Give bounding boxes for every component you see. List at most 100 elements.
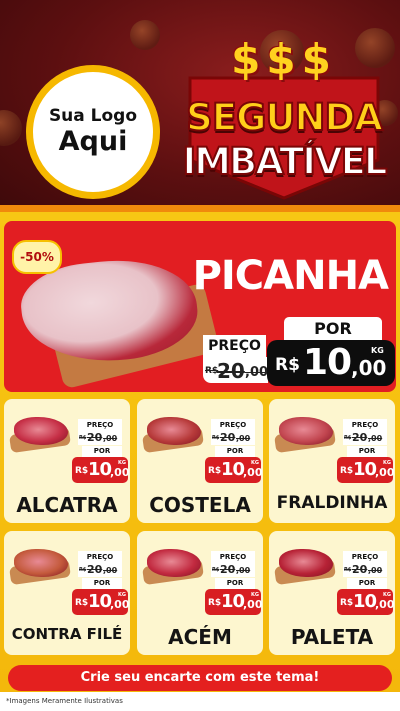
- new-price: R$ 10,00 KG: [205, 457, 263, 483]
- new-price-unit: KG: [251, 592, 259, 598]
- new-price-label: POR: [82, 578, 122, 589]
- product-name: COSTELA: [149, 493, 251, 517]
- product-image: [279, 417, 333, 445]
- disclaimer: *Imagens Meramente Ilustrativas: [6, 697, 123, 705]
- old-price: R$ 20 ,00: [203, 357, 268, 383]
- featured-product-name: PICANHA: [192, 253, 389, 299]
- new-price-decimal: ,00: [243, 598, 263, 611]
- old-price-decimal: ,00: [103, 566, 118, 575]
- new-price: R$ 10 ,00 KG: [267, 340, 395, 386]
- new-price: R$ 10,00 KG: [205, 589, 263, 615]
- product-card: PREÇO R$ 20,00 POR R$ 10,00 KG ALCATRA: [4, 399, 130, 523]
- logo-placeholder: Sua Logo Aqui: [26, 65, 160, 199]
- new-price-integer: 10: [353, 459, 377, 480]
- product-name: PALETA: [290, 625, 374, 649]
- product-image: [14, 549, 68, 577]
- product-image: [147, 417, 201, 445]
- new-price-currency: R$: [340, 598, 354, 608]
- new-price-integer: 10: [88, 459, 112, 480]
- product-image: [279, 549, 333, 577]
- new-price-label: POR: [347, 446, 387, 457]
- new-price: R$ 10,00 KG: [72, 457, 130, 483]
- new-price-unit: KG: [118, 592, 126, 598]
- old-price-decimal: ,00: [236, 434, 251, 443]
- product-card: PREÇO R$ 20,00 POR R$ 10,00 KG CONTRA FILÉ: [4, 531, 130, 655]
- old-price-currency: R$: [212, 567, 220, 573]
- new-price-unit: KG: [118, 460, 126, 466]
- header-banner: Sua Logo Aqui $$$ SEGUNDA IMBATÍVEL: [0, 0, 400, 212]
- new-price-label: POR: [82, 446, 122, 457]
- old-price: R$ 20,00: [78, 563, 122, 577]
- new-price: R$ 10,00 KG: [337, 589, 395, 615]
- new-price-decimal: ,00: [110, 598, 130, 611]
- old-price-label: PREÇO: [343, 551, 387, 563]
- old-price-integer: 20: [352, 431, 368, 444]
- old-price: R$ 20,00: [343, 431, 387, 445]
- coin-decoration: [130, 20, 160, 50]
- old-price-currency: R$: [344, 567, 352, 573]
- old-price-integer: 20: [220, 431, 236, 444]
- new-price-decimal: ,00: [375, 466, 395, 479]
- new-price-unit: KG: [251, 460, 259, 466]
- new-price-currency: R$: [208, 598, 222, 608]
- old-price-integer: 20: [352, 563, 368, 576]
- old-price-label: PREÇO: [203, 335, 266, 357]
- product-image: [147, 549, 201, 577]
- old-price-currency: R$: [79, 567, 87, 573]
- product-name: ALCATRA: [16, 493, 118, 517]
- new-price-decimal: ,00: [243, 466, 263, 479]
- new-price-unit: KG: [383, 460, 391, 466]
- coin-decoration: [0, 110, 22, 146]
- discount-badge: -50%: [12, 240, 62, 274]
- new-price-label: POR: [215, 446, 255, 457]
- product-card: PREÇO R$ 20,00 POR R$ 10,00 KG PALETA: [269, 531, 395, 655]
- old-price-label: PREÇO: [211, 419, 255, 431]
- new-price-integer: 10: [353, 591, 377, 612]
- new-price: R$ 10,00 KG: [72, 589, 130, 615]
- logo-text-line2: Aqui: [58, 126, 128, 157]
- old-price-currency: R$: [79, 435, 87, 441]
- cta-banner[interactable]: Crie seu encarte com este tema!: [8, 665, 392, 691]
- old-price-integer: 20: [220, 563, 236, 576]
- new-price-label: POR: [347, 578, 387, 589]
- old-price: R$ 20,00: [211, 563, 255, 577]
- product-name: ACÉM: [168, 625, 232, 649]
- logo-text-line1: Sua Logo: [48, 106, 138, 126]
- product-name: FRALDINHA: [276, 493, 388, 513]
- old-price-integer: 20: [217, 359, 245, 383]
- old-price-decimal: ,00: [368, 434, 383, 443]
- new-price-label: POR: [284, 317, 382, 341]
- product-image: [14, 417, 68, 445]
- headline-line1: SEGUNDA: [185, 95, 384, 140]
- new-price-decimal: ,00: [375, 598, 395, 611]
- flyer-page: Sua Logo Aqui $$$ SEGUNDA IMBATÍVEL PICA…: [0, 0, 400, 711]
- old-price: R$ 20,00: [78, 431, 122, 445]
- old-price-currency: R$: [344, 435, 352, 441]
- new-price-label: POR: [215, 578, 255, 589]
- new-price: R$ 10,00 KG: [337, 457, 395, 483]
- headline: $$$ SEGUNDA IMBATÍVEL: [172, 38, 396, 200]
- old-price-label: PREÇO: [211, 551, 255, 563]
- new-price-decimal: ,00: [110, 466, 130, 479]
- product-card: PREÇO R$ 20,00 POR R$ 10,00 KG FRALDINHA: [269, 399, 395, 523]
- new-price-currency: R$: [208, 466, 222, 476]
- product-card: PREÇO R$ 20,00 POR R$ 10,00 KG COSTELA: [137, 399, 263, 523]
- new-price-currency: R$: [75, 598, 89, 608]
- new-price-currency: R$: [275, 355, 300, 375]
- new-price-integer: 10: [221, 459, 245, 480]
- old-price: R$ 20,00: [211, 431, 255, 445]
- product-card: PREÇO R$ 20,00 POR R$ 10,00 KG ACÉM: [137, 531, 263, 655]
- old-price-label: PREÇO: [78, 419, 122, 431]
- product-name: CONTRA FILÉ: [11, 625, 123, 643]
- old-price-currency: R$: [212, 435, 220, 441]
- old-price-integer: 20: [87, 431, 103, 444]
- new-price-currency: R$: [340, 466, 354, 476]
- old-price-decimal: ,00: [236, 566, 251, 575]
- old-price-label: PREÇO: [78, 551, 122, 563]
- old-price-integer: 20: [87, 563, 103, 576]
- new-price-unit: KG: [383, 592, 391, 598]
- old-price-decimal: ,00: [368, 566, 383, 575]
- new-price-decimal: ,00: [351, 356, 387, 380]
- new-price-integer: 10: [221, 591, 245, 612]
- old-price-decimal: ,00: [245, 365, 269, 380]
